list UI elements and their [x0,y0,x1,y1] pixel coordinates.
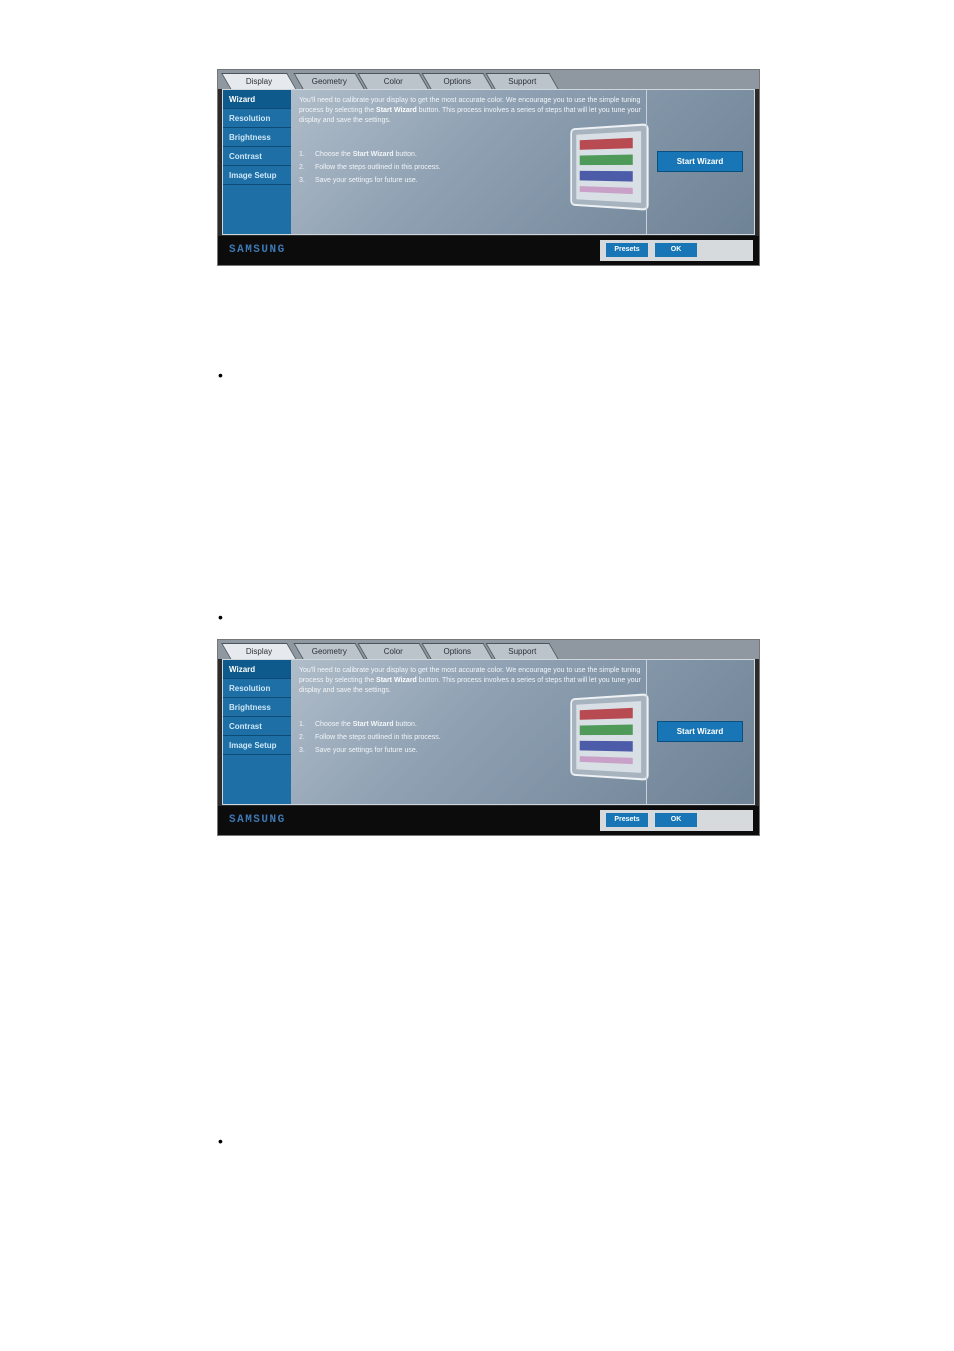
divider [646,90,647,234]
tab-bar: Display Geometry Color Options Support [218,70,759,89]
bullet: • [218,1138,224,1144]
tab-bar: Display Geometry Color Options Support [218,640,759,659]
monitor-icon [569,692,649,782]
sidebar-item-image-setup[interactable]: Image Setup [223,166,291,185]
display-settings-panel: Display Geometry Color Options Support W… [217,69,760,266]
step-item: 1. Choose the Start Wizard button. [299,148,559,161]
ok-button[interactable]: OK [655,813,697,827]
tab-options[interactable]: Options [421,643,492,659]
divider [646,660,647,804]
description-text: You'll need to calibrate your display to… [299,96,644,126]
sidebar-item-resolution[interactable]: Resolution [223,679,291,698]
sidebar-item-image-setup[interactable]: Image Setup [223,736,291,755]
sidebar: Wizard Resolution Brightness Contrast Im… [223,90,291,234]
tab-options[interactable]: Options [421,73,492,89]
samsung-logo: SAMSUNG [229,814,286,826]
ok-button[interactable]: OK [655,243,697,257]
samsung-logo: SAMSUNG [229,244,286,256]
description-text: You'll need to calibrate your display to… [299,666,644,696]
sidebar: Wizard Resolution Brightness Contrast Im… [223,660,291,804]
presets-button[interactable]: Presets [606,243,648,257]
sidebar-item-resolution[interactable]: Resolution [223,109,291,128]
tab-color[interactable]: Color [357,643,428,659]
steps-list: 1. Choose the Start Wizard button. 2. Foll… [299,718,559,757]
step-item: 3. Save your settings for future use. [299,174,559,187]
tab-geometry[interactable]: Geometry [293,643,364,659]
sidebar-item-contrast[interactable]: Contrast [223,717,291,736]
steps-list: 1. Choose the Start Wizard button. 2. Foll… [299,148,559,187]
tab-display[interactable]: Display [221,73,297,90]
sidebar-item-wizard[interactable]: Wizard [223,660,291,679]
bullet: • [218,372,224,378]
step-item: 2. Follow the steps outlined in this proc… [299,731,559,744]
footer-button-bar: Presets OK [600,240,753,261]
content-area: Wizard Resolution Brightness Contrast Im… [222,659,755,805]
tab-geometry[interactable]: Geometry [293,73,364,89]
footer: SAMSUNG Presets OK [218,236,759,265]
monitor-icon [569,122,649,212]
tab-support[interactable]: Support [485,73,558,89]
sidebar-item-contrast[interactable]: Contrast [223,147,291,166]
sidebar-item-wizard[interactable]: Wizard [223,90,291,109]
sidebar-item-brightness[interactable]: Brightness [223,128,291,147]
footer: SAMSUNG Presets OK [218,806,759,835]
sidebar-item-brightness[interactable]: Brightness [223,698,291,717]
tab-support[interactable]: Support [485,643,558,659]
tab-display[interactable]: Display [221,643,297,660]
tab-color[interactable]: Color [357,73,428,89]
step-item: 1. Choose the Start Wizard button. [299,718,559,731]
start-wizard-button[interactable]: Start Wizard [657,721,743,742]
presets-button[interactable]: Presets [606,813,648,827]
display-settings-panel: Display Geometry Color Options Support W… [217,639,760,836]
bullet: • [218,614,224,620]
step-item: 2. Follow the steps outlined in this proc… [299,161,559,174]
footer-button-bar: Presets OK [600,810,753,831]
step-item: 3. Save your settings for future use. [299,744,559,757]
start-wizard-button[interactable]: Start Wizard [657,151,743,172]
content-area: Wizard Resolution Brightness Contrast Im… [222,89,755,235]
